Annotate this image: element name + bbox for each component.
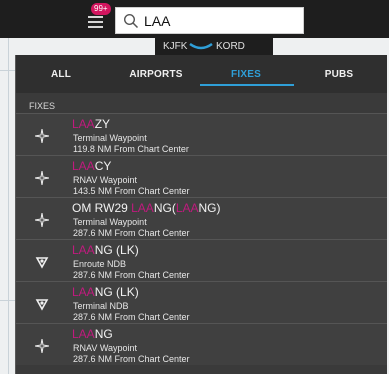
list-item[interactable]: LAANG (LK) Enroute NDB 287.6 NM From Cha…: [16, 239, 387, 281]
match-highlight: LAA: [72, 159, 95, 173]
result-type: Terminal Waypoint: [73, 217, 147, 227]
results-tabs: ALL AIRPORTS FIXES PUBS: [16, 55, 387, 93]
waypoint-star-icon: [35, 213, 49, 227]
active-tab-indicator: [200, 84, 294, 86]
result-distance: 143.5 NM From Chart Center: [73, 186, 190, 196]
tab-airports[interactable]: AIRPORTS: [116, 69, 196, 87]
route-arc-icon: [189, 42, 213, 50]
result-title: LAACY: [72, 159, 112, 173]
top-toolbar: 99+: [0, 0, 389, 38]
waypoint-star-icon: [35, 339, 49, 353]
ndb-icon: [35, 257, 49, 269]
match-highlight: LAA: [72, 327, 95, 341]
notification-badge: 99+: [91, 3, 111, 15]
result-distance: 287.6 NM From Chart Center: [73, 354, 190, 364]
result-type: Enroute NDB: [73, 259, 127, 269]
result-title: LAAZY: [72, 117, 111, 131]
search-input[interactable]: [144, 11, 299, 31]
list-item[interactable]: LAAZY Terminal Waypoint 119.8 NM From Ch…: [16, 113, 387, 155]
match-highlight: LAA: [72, 117, 95, 131]
tab-pubs[interactable]: PUBS: [314, 69, 364, 87]
route-destination: KORD: [216, 41, 245, 52]
result-distance: 287.6 NM From Chart Center: [73, 270, 190, 280]
result-title: OM RW29 LAANG(LAANG): [72, 201, 221, 215]
list-item[interactable]: LAANG (LK) Terminal NDB 287.6 NM From Ch…: [16, 281, 387, 323]
result-distance: 287.6 NM From Chart Center: [73, 312, 190, 322]
list-item[interactable]: LAACY RNAV Waypoint 143.5 NM From Chart …: [16, 155, 387, 197]
section-label: FIXES: [29, 101, 56, 111]
map-grid-line: [0, 300, 16, 301]
waypoint-star-icon: [35, 129, 49, 143]
search-icon: [123, 13, 139, 29]
match-highlight: LAA: [175, 201, 199, 215]
result-distance: 287.6 NM From Chart Center: [73, 228, 190, 238]
result-type: Terminal NDB: [73, 301, 129, 311]
match-highlight: LAA: [131, 201, 154, 215]
result-title: LAANG (LK): [72, 285, 139, 299]
result-type: RNAV Waypoint: [73, 175, 138, 185]
match-highlight: LAA: [72, 285, 95, 299]
ndb-icon: [35, 299, 49, 311]
result-distance: 119.8 NM From Chart Center: [73, 144, 189, 154]
result-type: Terminal Waypoint: [73, 133, 147, 143]
list-item[interactable]: LAANG RNAV Waypoint 287.6 NM From Chart …: [16, 323, 387, 365]
waypoint-star-icon: [35, 171, 49, 185]
tab-all[interactable]: ALL: [46, 69, 76, 87]
search-box[interactable]: [115, 7, 304, 34]
search-results-panel: ALL AIRPORTS FIXES PUBS FIXES LAAZY Term…: [15, 55, 387, 374]
result-type: RNAV Waypoint: [73, 343, 138, 353]
match-highlight: LAA: [72, 243, 95, 257]
list-item[interactable]: OM RW29 LAANG(LAANG) Terminal Waypoint 2…: [16, 197, 387, 239]
result-title: LAANG (LK): [72, 243, 139, 257]
route-origin: KJFK: [163, 41, 188, 52]
route-indicator[interactable]: KJFK KORD: [155, 38, 273, 55]
map-grid-line: [8, 38, 9, 374]
result-title: LAANG: [72, 327, 113, 341]
